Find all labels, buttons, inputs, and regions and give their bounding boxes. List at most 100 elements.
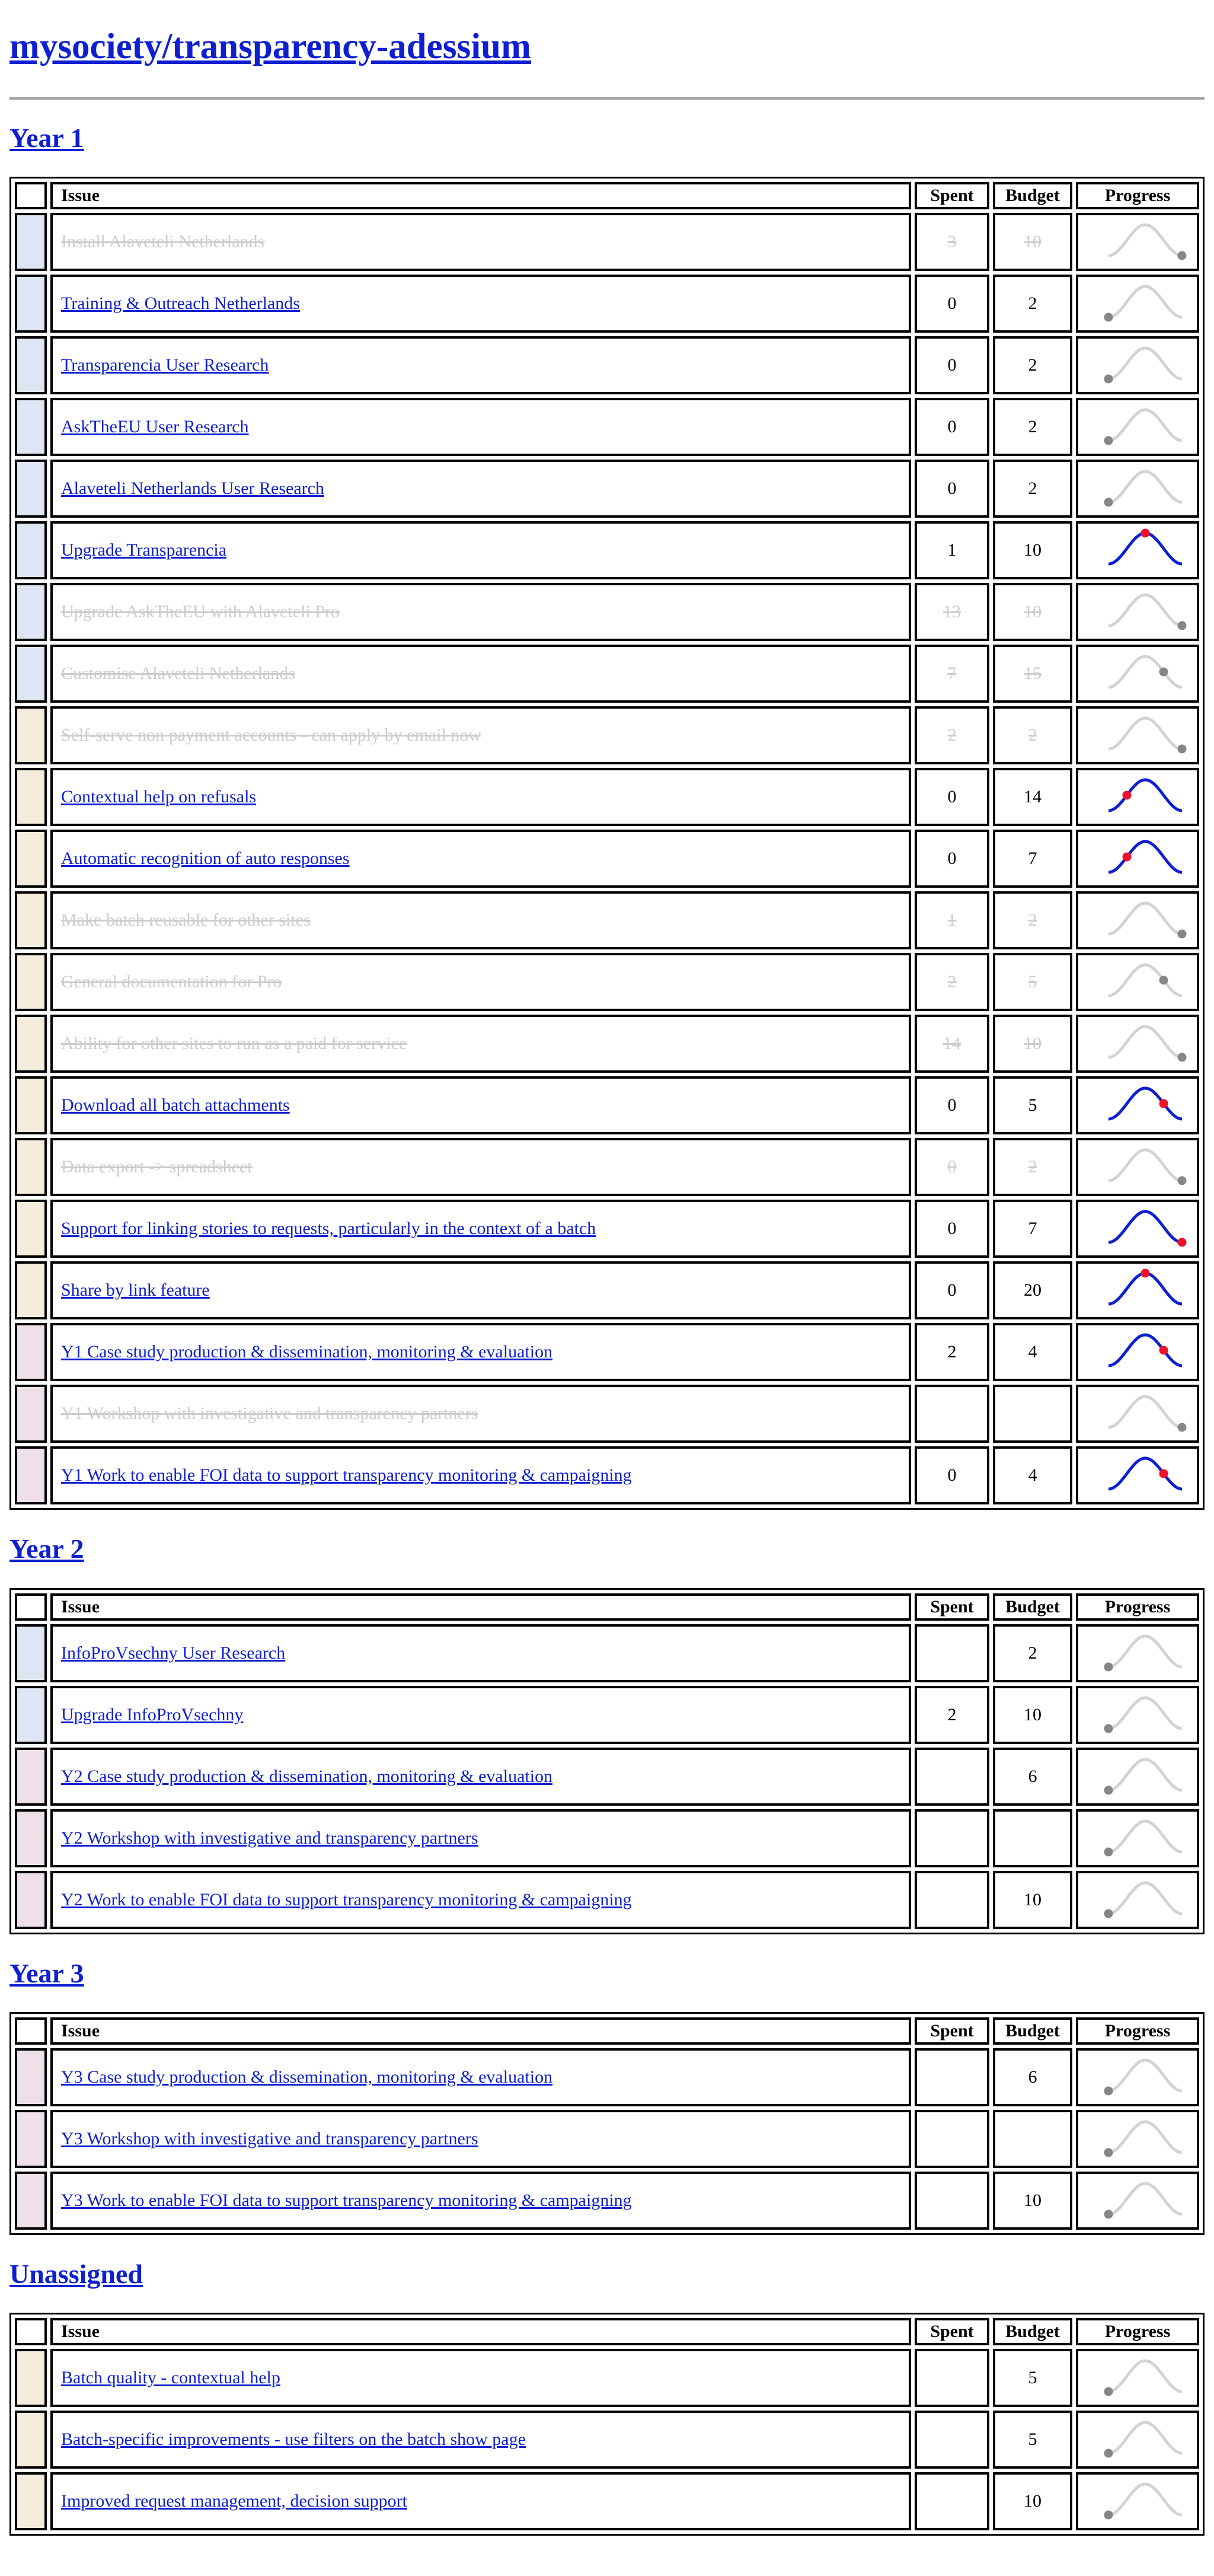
issue-cell: Upgrade Transparencia bbox=[50, 521, 911, 580]
category-stripe bbox=[15, 1138, 47, 1197]
spent-cell bbox=[915, 1624, 989, 1682]
issue-link[interactable]: Batch-specific improvements - use filter… bbox=[61, 2430, 526, 2449]
category-stripe bbox=[15, 1747, 47, 1806]
progress-sparkline bbox=[1104, 1758, 1183, 1795]
header-progress: Progress bbox=[1076, 2317, 1199, 2345]
issue-cell: Contextual help on refusals bbox=[50, 768, 911, 827]
repo-link[interactable]: mysociety/transparency-adessium bbox=[9, 27, 531, 66]
progress-dot bbox=[1159, 1099, 1168, 1108]
issue-link[interactable]: Transparencia User Research bbox=[61, 355, 269, 375]
issue-link[interactable]: Automatic recognition of auto responses bbox=[61, 849, 350, 868]
spent-cell: 0 bbox=[915, 1200, 989, 1258]
issue-link[interactable]: Support for linking stories to requests,… bbox=[61, 1219, 596, 1238]
issue-cell: Y2 Case study production & dissemination… bbox=[50, 1747, 911, 1806]
budget-cell: 6 bbox=[993, 1747, 1072, 1806]
issue-link[interactable]: InfoProVsechny User Research bbox=[61, 1643, 285, 1663]
issue-link[interactable]: Y2 Work to enable FOI data to support tr… bbox=[61, 1890, 632, 1909]
spent-cell bbox=[915, 1747, 989, 1806]
header-budget: Budget bbox=[993, 2017, 1072, 2045]
spent-cell: 1 bbox=[915, 521, 989, 580]
progress-dot bbox=[1104, 498, 1113, 507]
progress-curve bbox=[1108, 963, 1183, 997]
issue-link[interactable]: Y2 Case study production & dissemination… bbox=[61, 1767, 552, 1786]
progress-curve bbox=[1108, 1758, 1183, 1792]
header-spent: Spent bbox=[915, 2017, 989, 2045]
progress-curve bbox=[1108, 2182, 1183, 2216]
budget-cell: 5 bbox=[993, 2348, 1072, 2407]
issue-link[interactable]: Y1 Workshop with investigative and trans… bbox=[61, 1404, 478, 1423]
progress-dot bbox=[1104, 374, 1113, 384]
progress-sparkline bbox=[1104, 1634, 1183, 1672]
issue-link[interactable]: Self-serve non payment accounts - can ap… bbox=[61, 725, 481, 745]
header-budget: Budget bbox=[993, 182, 1072, 210]
budget-cell: 2 bbox=[993, 1138, 1072, 1197]
progress-dot bbox=[1177, 621, 1187, 630]
progress-curve bbox=[1108, 1333, 1183, 1367]
category-stripe bbox=[15, 1685, 47, 1744]
category-stripe bbox=[15, 1015, 47, 1073]
issue-link[interactable]: General documentation for Pro bbox=[61, 972, 282, 991]
issue-cell: Y3 Case study production & dissemination… bbox=[50, 2048, 911, 2106]
category-stripe bbox=[15, 1870, 47, 1929]
issue-link[interactable]: Download all batch attachments bbox=[61, 1095, 290, 1115]
spent-cell: 0 bbox=[915, 1261, 989, 1320]
issue-link[interactable]: Y1 Case study production & dissemination… bbox=[61, 1342, 552, 1362]
header-spent: Spent bbox=[915, 2317, 989, 2345]
budget-cell: 2 bbox=[993, 336, 1072, 395]
issue-link[interactable]: Customise Alaveteli Netherlands bbox=[61, 664, 295, 683]
progress-sparkline bbox=[1104, 2182, 1183, 2219]
budget-cell: 4 bbox=[993, 1446, 1072, 1505]
table-row: Ability for other sites to run as a paid… bbox=[15, 1015, 1199, 1073]
issue-link[interactable]: Upgrade AskTheEU with Alaveteli Pro bbox=[61, 602, 340, 621]
issue-link[interactable]: Data export -> spreadsheet bbox=[61, 1157, 253, 1177]
table-row: AskTheEU User Research 0 2 bbox=[15, 398, 1199, 457]
issue-cell: Y3 Work to enable FOI data to support tr… bbox=[50, 2171, 911, 2230]
issue-link[interactable]: Contextual help on refusals bbox=[61, 787, 256, 806]
category-stripe bbox=[15, 645, 47, 703]
progress-curve bbox=[1108, 1086, 1183, 1121]
issue-cell: Batch-specific improvements - use filter… bbox=[50, 2410, 911, 2469]
issue-link[interactable]: Y3 Workshop with investigative and trans… bbox=[61, 2129, 478, 2148]
progress-sparkline bbox=[1104, 1881, 1183, 1918]
issue-link[interactable]: Improved request management, decision su… bbox=[61, 2491, 407, 2511]
progress-curve bbox=[1108, 655, 1183, 689]
progress-curve bbox=[1108, 1456, 1183, 1491]
progress-dot bbox=[1159, 975, 1168, 985]
progress-curve bbox=[1108, 840, 1183, 874]
section-heading-link[interactable]: Year 1 bbox=[9, 123, 84, 153]
spent-cell: 2 bbox=[915, 706, 989, 765]
section-heading-link[interactable]: Year 3 bbox=[9, 1958, 84, 1988]
progress-dot bbox=[1104, 2510, 1113, 2520]
progress-dot bbox=[1177, 1053, 1187, 1062]
issue-link[interactable]: Y3 Case study production & dissemination… bbox=[61, 2067, 552, 2087]
budget-cell: 10 bbox=[993, 2472, 1072, 2530]
spent-cell bbox=[915, 1870, 989, 1929]
issue-link[interactable]: Y2 Workshop with investigative and trans… bbox=[61, 1828, 478, 1848]
progress-dot bbox=[1104, 2210, 1113, 2219]
issue-link[interactable]: Install Alaveteli Netherlands bbox=[61, 232, 264, 251]
issue-link[interactable]: Y1 Work to enable FOI data to support tr… bbox=[61, 1465, 632, 1485]
issue-link[interactable]: Make batch reusable for other sites bbox=[61, 910, 311, 930]
progress-curve bbox=[1108, 2058, 1183, 2093]
issue-link[interactable]: Ability for other sites to run as a paid… bbox=[61, 1034, 407, 1053]
progress-dot bbox=[1104, 2387, 1113, 2396]
progress-dot bbox=[1159, 667, 1168, 677]
section-heading-link[interactable]: Year 2 bbox=[9, 1534, 84, 1564]
issue-link[interactable]: Training & Outreach Netherlands bbox=[61, 294, 300, 313]
table-row: Y2 Case study production & dissemination… bbox=[15, 1747, 1199, 1806]
section-heading-link[interactable]: Unassigned bbox=[9, 2259, 143, 2289]
issue-link[interactable]: Share by link feature bbox=[61, 1280, 210, 1300]
issue-link[interactable]: Upgrade InfoProVsechny bbox=[61, 1705, 243, 1724]
spent-cell: 0 bbox=[915, 830, 989, 888]
table-row: Training & Outreach Netherlands 0 2 bbox=[15, 275, 1199, 333]
table-row: Share by link feature 0 20 bbox=[15, 1261, 1199, 1320]
progress-sparkline bbox=[1108, 1148, 1187, 1185]
category-stripe bbox=[15, 1200, 47, 1258]
category-stripe bbox=[15, 1624, 47, 1682]
issue-link[interactable]: AskTheEU User Research bbox=[61, 417, 249, 436]
issue-link[interactable]: Y3 Work to enable FOI data to support tr… bbox=[61, 2191, 632, 2210]
issue-link[interactable]: Batch quality - contextual help bbox=[61, 2368, 280, 2387]
issue-link[interactable]: Alaveteli Netherlands User Research bbox=[61, 479, 324, 498]
progress-curve bbox=[1108, 223, 1183, 257]
issue-link[interactable]: Upgrade Transparencia bbox=[61, 540, 226, 560]
